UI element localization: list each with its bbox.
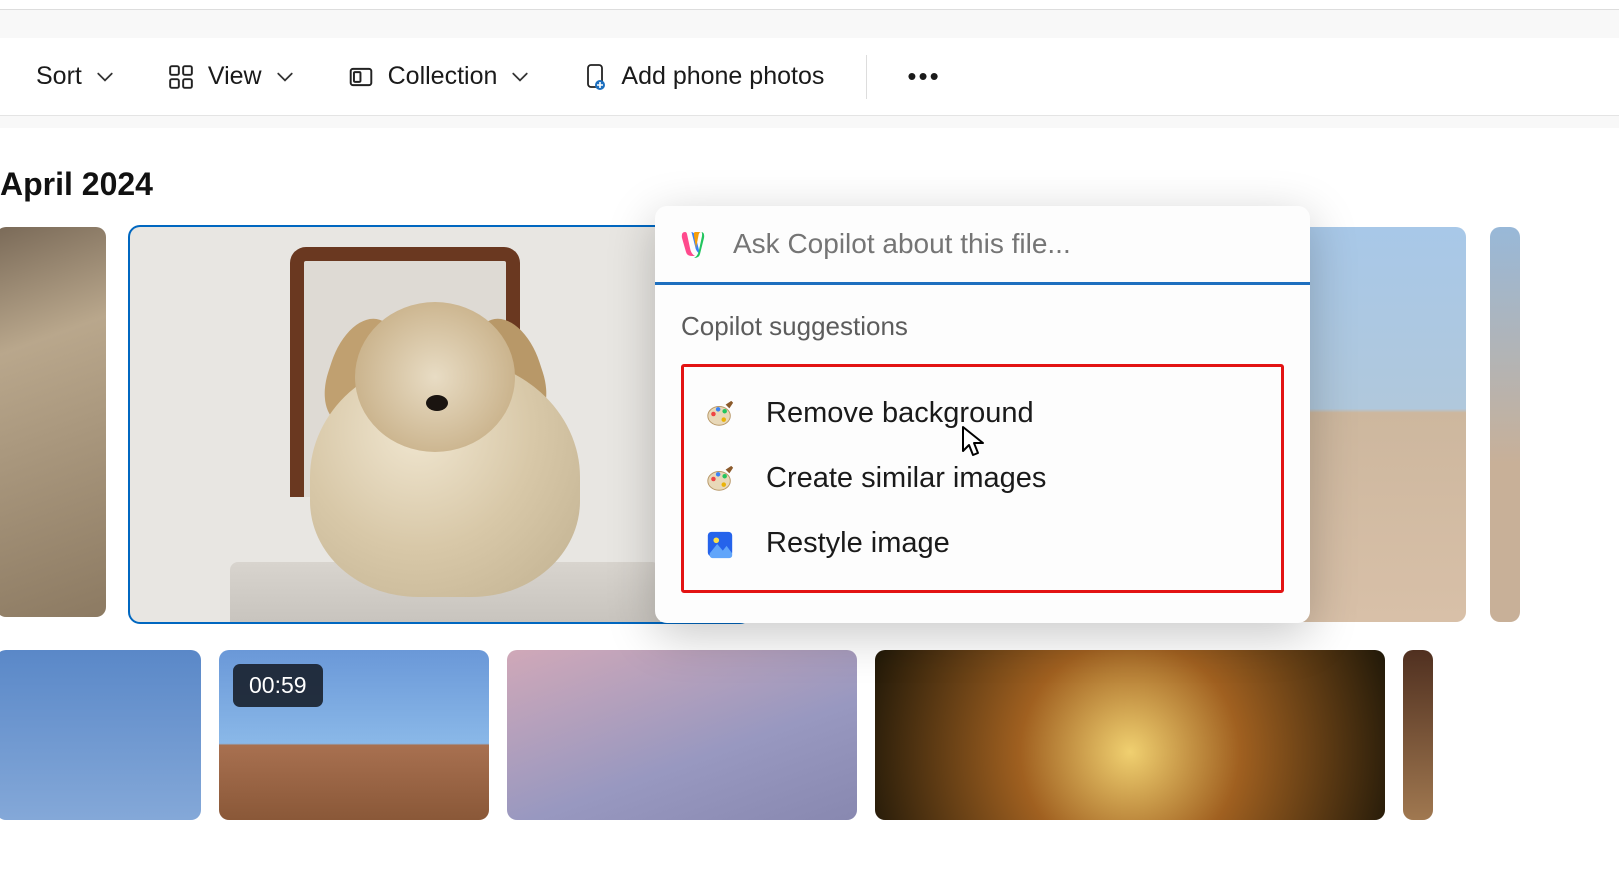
photo-icon [704,528,736,560]
suggestion-label: Remove background [766,397,1034,430]
phone-add-icon [583,63,607,91]
suggestion-restyle-image[interactable]: Restyle image [694,511,1271,576]
add-phone-label: Add phone photos [621,62,824,91]
toolbar: Sort View Collection Add phone photos ••… [0,38,1619,116]
sort-label: Sort [36,62,82,91]
collection-label: Collection [388,62,498,91]
video-thumbnail[interactable]: 00:59 [219,650,489,820]
copilot-body: Copilot suggestions Remove background Cr… [655,285,1310,623]
palette-icon [704,398,736,430]
suggestion-remove-background[interactable]: Remove background [694,381,1271,446]
view-label: View [208,62,262,91]
copilot-input-row [655,206,1310,285]
photo-thumbnail[interactable] [0,227,106,617]
suggestion-create-similar[interactable]: Create similar images [694,446,1271,511]
photo-thumbnail[interactable] [875,650,1385,820]
collection-button[interactable]: Collection [330,52,548,101]
copilot-input[interactable] [733,228,1282,260]
chevron-down-icon [511,68,529,86]
section-header: April 2024 [0,166,1619,203]
add-phone-photos-button[interactable]: Add phone photos [565,52,842,101]
palette-icon [704,463,736,495]
photo-thumbnail[interactable] [1490,227,1520,622]
collection-icon [348,64,374,90]
suggestion-label: Restyle image [766,527,950,560]
view-button[interactable]: View [150,52,312,101]
sort-button[interactable]: Sort [18,52,132,101]
photo-row-2: 00:59 [0,650,1619,820]
video-duration-badge: 00:59 [233,664,323,707]
copilot-popover: Copilot suggestions Remove background Cr… [655,206,1310,623]
toolbar-divider [866,55,867,99]
view-grid-icon [168,64,194,90]
photo-thumbnail[interactable] [1403,650,1433,820]
copilot-logo-icon [677,226,713,262]
photo-thumbnail[interactable] [0,650,201,820]
more-icon: ••• [907,61,940,91]
more-button[interactable]: ••• [891,51,956,102]
suggestion-label: Create similar images [766,462,1046,495]
chevron-down-icon [96,68,114,86]
photo-thumbnail[interactable] [507,650,857,820]
window-top-stripe [0,0,1619,10]
chevron-down-icon [276,68,294,86]
copilot-suggestions-highlight: Remove background Create similar images … [681,364,1284,593]
copilot-suggestions-title: Copilot suggestions [681,311,1284,342]
